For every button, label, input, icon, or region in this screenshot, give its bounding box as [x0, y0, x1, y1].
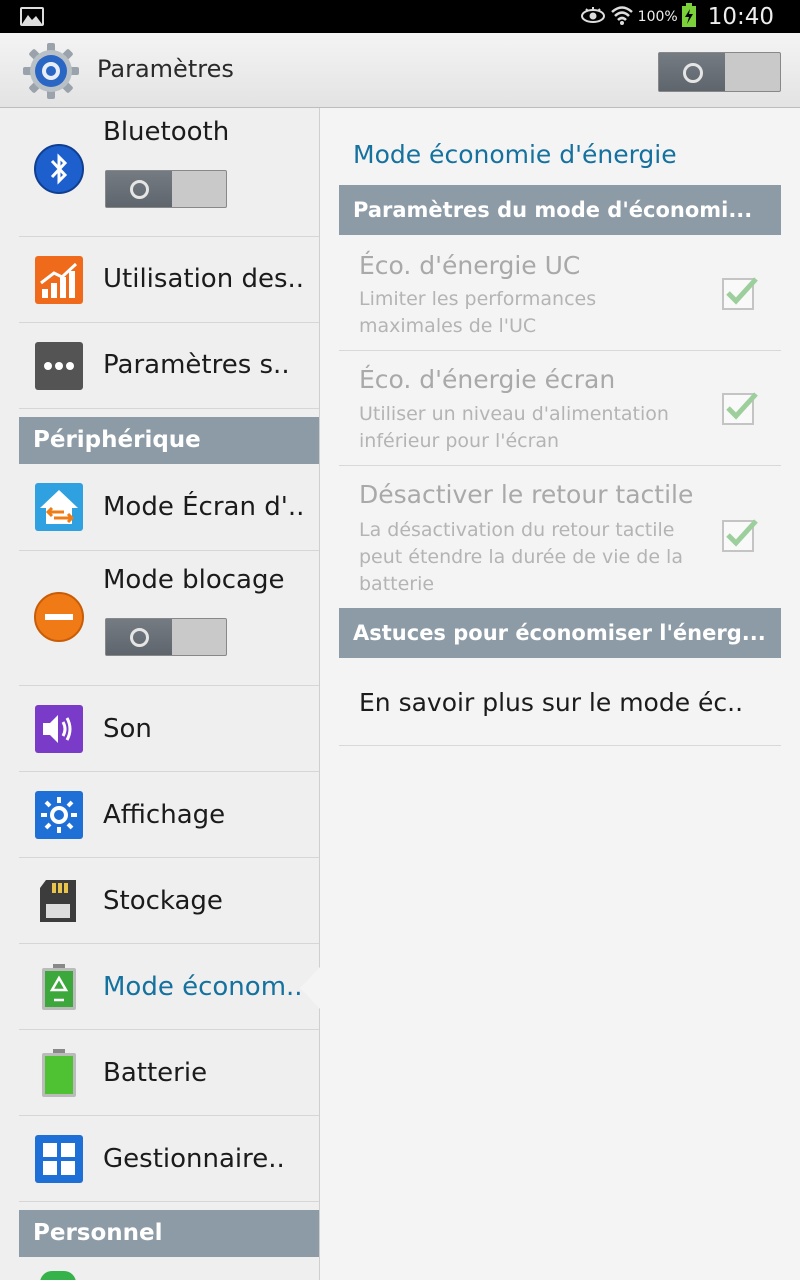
- master-toggle-switch[interactable]: [658, 52, 781, 92]
- wifi-icon: [610, 4, 634, 30]
- sidebar-item-label: Affichage: [103, 800, 226, 830]
- blocking-mode-toggle-switch[interactable]: [105, 618, 227, 656]
- sidebar-item-label: Mode blocage: [103, 565, 285, 595]
- detail-pane: Mode économie d'énergie Paramètres du mo…: [320, 108, 800, 1280]
- option-disable-haptic-feedback[interactable]: Désactiver le retour tactile La désactiv…: [339, 466, 781, 608]
- detail-title: Mode économie d'énergie: [353, 140, 677, 169]
- settings-category-list[interactable]: Bluetooth Utilisation des.. Paramètres s…: [0, 108, 320, 1280]
- sidebar-item-label: Batterie: [103, 1058, 208, 1088]
- section-header-power-saving-tips: Astuces pour économiser l'énerg...: [339, 608, 781, 658]
- sidebar-item-blocking-mode[interactable]: Mode blocage: [19, 551, 319, 686]
- sidebar-item-app-manager[interactable]: Gestionnaire..: [19, 1116, 319, 1202]
- screen-power-saving-checkbox[interactable]: [722, 390, 758, 426]
- sidebar-item-bluetooth[interactable]: Bluetooth: [19, 108, 319, 237]
- sidebar-item-storage[interactable]: Stockage: [19, 858, 319, 944]
- toggle-knob: [106, 619, 172, 655]
- sidebar-item-label: Stockage: [103, 886, 223, 916]
- section-header-personal: Personnel: [19, 1210, 319, 1257]
- sound-icon: [34, 704, 84, 754]
- option-title: Éco. d'énergie écran: [359, 365, 616, 394]
- settings-gear-icon: [21, 41, 81, 101]
- status-bar: 100% 10:40: [0, 0, 800, 33]
- toggle-knob: [106, 171, 172, 207]
- home-screen-mode-icon: [34, 482, 84, 532]
- option-screen-power-saving[interactable]: Éco. d'énergie écran Utiliser un niveau …: [339, 351, 781, 466]
- sidebar-item-sound[interactable]: Son: [19, 686, 319, 772]
- learn-more-power-saving-link[interactable]: En savoir plus sur le mode éc..: [339, 658, 781, 746]
- app-manager-icon: [34, 1134, 84, 1184]
- eye-icon: [580, 5, 606, 29]
- sidebar-item-more-settings[interactable]: Paramètres s..: [19, 323, 319, 409]
- clock: 10:40: [707, 3, 774, 30]
- option-summary: Utiliser un niveau d'alimentation inféri…: [359, 403, 669, 452]
- sidebar-item-power-saving[interactable]: Mode économ..: [19, 944, 319, 1030]
- option-title: Éco. d'énergie UC: [359, 251, 581, 280]
- sidebar-item-label: Paramètres s..: [103, 350, 290, 380]
- sidebar-item-label: Utilisation des..: [103, 264, 305, 294]
- section-header-device: Périphérique: [19, 417, 319, 464]
- option-summary: La désactivation du retour tactile peut …: [359, 519, 683, 595]
- blocking-mode-icon: [34, 592, 84, 642]
- learn-more-label: En savoir plus sur le mode éc..: [359, 688, 744, 717]
- sidebar-item-home-screen-mode[interactable]: Mode Écran d'..: [19, 464, 319, 551]
- option-summary: Limiter les performances maximales de l'…: [359, 288, 597, 337]
- sidebar-item-display[interactable]: Affichage: [19, 772, 319, 858]
- bluetooth-icon: [34, 144, 84, 194]
- gallery-icon: [20, 7, 44, 26]
- sidebar-item-label: Bluetooth: [103, 117, 230, 147]
- section-header-power-saving-settings: Paramètres du mode d'économi...: [339, 185, 781, 235]
- data-usage-icon: [34, 255, 84, 305]
- sidebar-item-battery[interactable]: Batterie: [19, 1030, 319, 1116]
- cpu-power-saving-checkbox[interactable]: [722, 275, 758, 311]
- page-title: Paramètres: [97, 55, 234, 83]
- battery-charging-icon: [681, 2, 696, 31]
- sidebar-item-label: Mode Écran d'..: [103, 492, 305, 522]
- battery-percent: 100%: [637, 8, 678, 25]
- sidebar-item-data-usage[interactable]: Utilisation des..: [19, 237, 319, 323]
- storage-icon: [34, 876, 84, 926]
- next-item-icon: [40, 1271, 76, 1280]
- sidebar-item-label: Mode économ..: [103, 972, 303, 1002]
- sidebar-item-label: Son: [103, 714, 152, 744]
- display-icon: [34, 790, 84, 840]
- bluetooth-toggle-switch[interactable]: [105, 170, 227, 208]
- more-settings-icon: [34, 341, 84, 391]
- disable-haptic-feedback-checkbox[interactable]: [722, 517, 758, 553]
- selection-pointer: [300, 966, 321, 1010]
- action-bar: Paramètres: [0, 33, 800, 108]
- sidebar-item-label: Gestionnaire..: [103, 1144, 285, 1174]
- toggle-knob: [659, 53, 725, 91]
- option-cpu-power-saving[interactable]: Éco. d'énergie UC Limiter les performanc…: [339, 235, 781, 351]
- option-title: Désactiver le retour tactile: [359, 480, 694, 509]
- power-saving-icon: [34, 962, 84, 1012]
- battery-icon: [34, 1048, 84, 1098]
